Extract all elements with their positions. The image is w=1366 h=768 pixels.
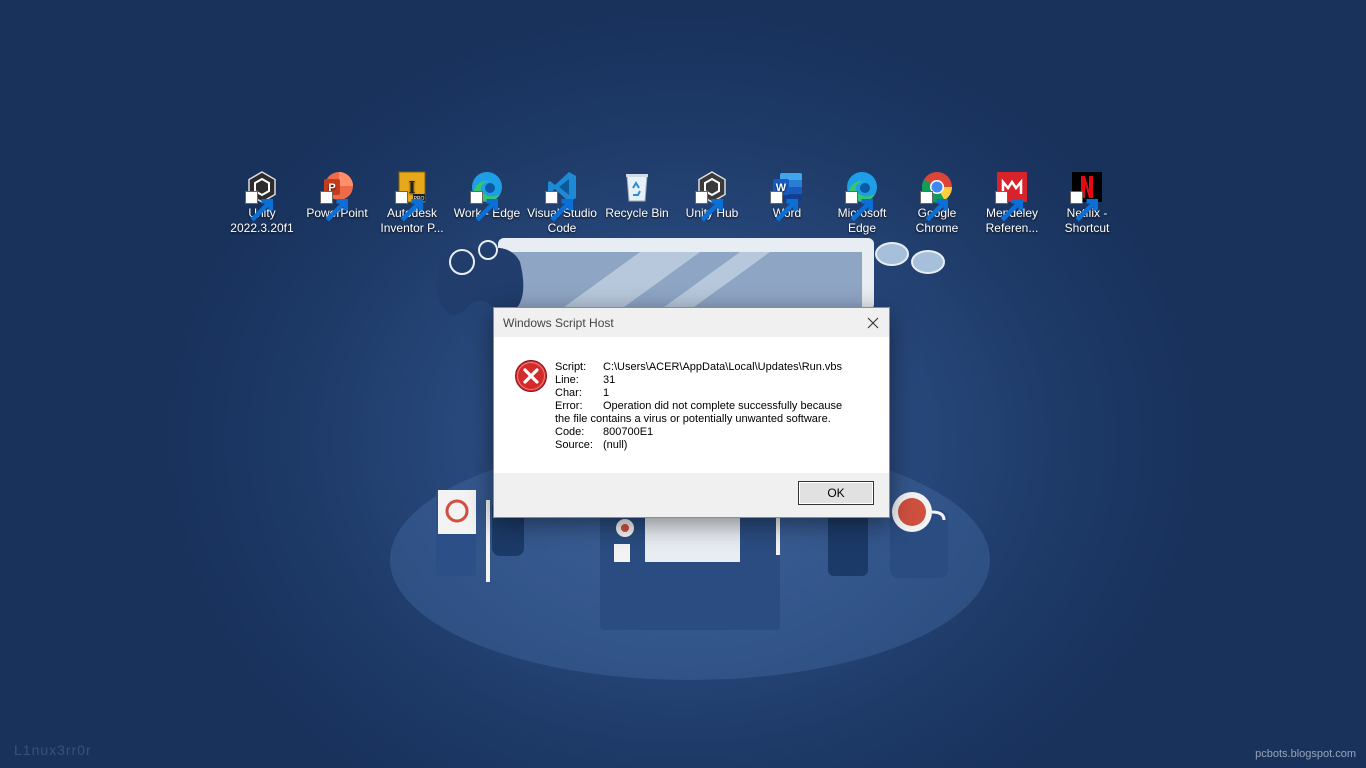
- detail-row-source: Source: (null): [555, 439, 628, 451]
- detail-row-char: Char: 1: [555, 387, 610, 399]
- powerpoint-icon: P: [320, 170, 354, 222]
- desktop-icon-label: Recycle Bin: [605, 206, 669, 220]
- detail-row-code: Code: 800700E1: [555, 426, 654, 438]
- watermark-left: L1nux3rr0r: [14, 742, 92, 758]
- netflix-icon: [1070, 170, 1104, 222]
- close-icon: [867, 317, 879, 329]
- chrome-icon: [920, 170, 954, 222]
- ok-button[interactable]: OK: [798, 481, 874, 505]
- watermark-right: pcbots.blogspot.com: [1255, 748, 1356, 760]
- desktop-icon-word[interactable]: W Word: [750, 170, 824, 222]
- dialog-title: Windows Script Host: [503, 316, 614, 330]
- autodesk-inventor-icon: I PRO: [395, 170, 429, 222]
- unity-hub-icon: [695, 170, 729, 222]
- script-host-error-dialog: Windows Script Host Script: C:\Users\ACER…: [493, 307, 890, 518]
- desktop-icon-recycle-bin[interactable]: Recycle Bin: [600, 170, 674, 221]
- desktop-icon-google-chrome[interactable]: Google Chrome: [900, 170, 974, 236]
- desktop-icon-netflix[interactable]: Netflix - Shortcut: [1050, 170, 1124, 236]
- dialog-title-bar[interactable]: Windows Script Host: [494, 308, 889, 337]
- desktop-icon-unity[interactable]: Unity 2022.3.20f1: [225, 170, 299, 236]
- mendeley-icon: [995, 170, 1029, 222]
- dialog-body: Script: C:\Users\ACER\AppData\Local\Updat…: [494, 337, 889, 473]
- edge-icon: [845, 170, 879, 222]
- detail-row-script: Script: C:\Users\ACER\AppData\Local\Updat…: [555, 361, 843, 373]
- desktop-icon-mendeley[interactable]: Mendeley Referen...: [975, 170, 1049, 236]
- desktop-icon-unity-hub[interactable]: Unity Hub: [675, 170, 749, 222]
- detail-row-line: Line: 31: [555, 374, 616, 386]
- vscode-icon: [545, 170, 579, 222]
- edge-icon: [470, 170, 504, 222]
- recycle-bin-icon: [620, 170, 654, 204]
- desktop-icon-work-edge[interactable]: Work - Edge: [450, 170, 524, 222]
- error-details: Script: C:\Users\ACER\AppData\Local\Updat…: [555, 361, 885, 452]
- detail-row-error-continued: the file contains a virus or potentially…: [555, 413, 831, 425]
- desktop-icon-vscode[interactable]: Visual Studio Code: [525, 170, 599, 236]
- close-button[interactable]: [865, 315, 881, 331]
- desktop-icon-powerpoint[interactable]: P PowerPoint: [300, 170, 374, 222]
- dialog-footer: OK: [494, 473, 889, 517]
- word-icon: W: [770, 170, 804, 222]
- desktop-icon-autodesk-inventor[interactable]: I PRO Autodesk Inventor P...: [375, 170, 449, 236]
- error-icon: [515, 360, 547, 392]
- unity-icon: [245, 170, 279, 222]
- detail-row-error: Error: Operation did not complete success…: [555, 400, 843, 412]
- desktop-icon-microsoft-edge[interactable]: Microsoft Edge: [825, 170, 899, 236]
